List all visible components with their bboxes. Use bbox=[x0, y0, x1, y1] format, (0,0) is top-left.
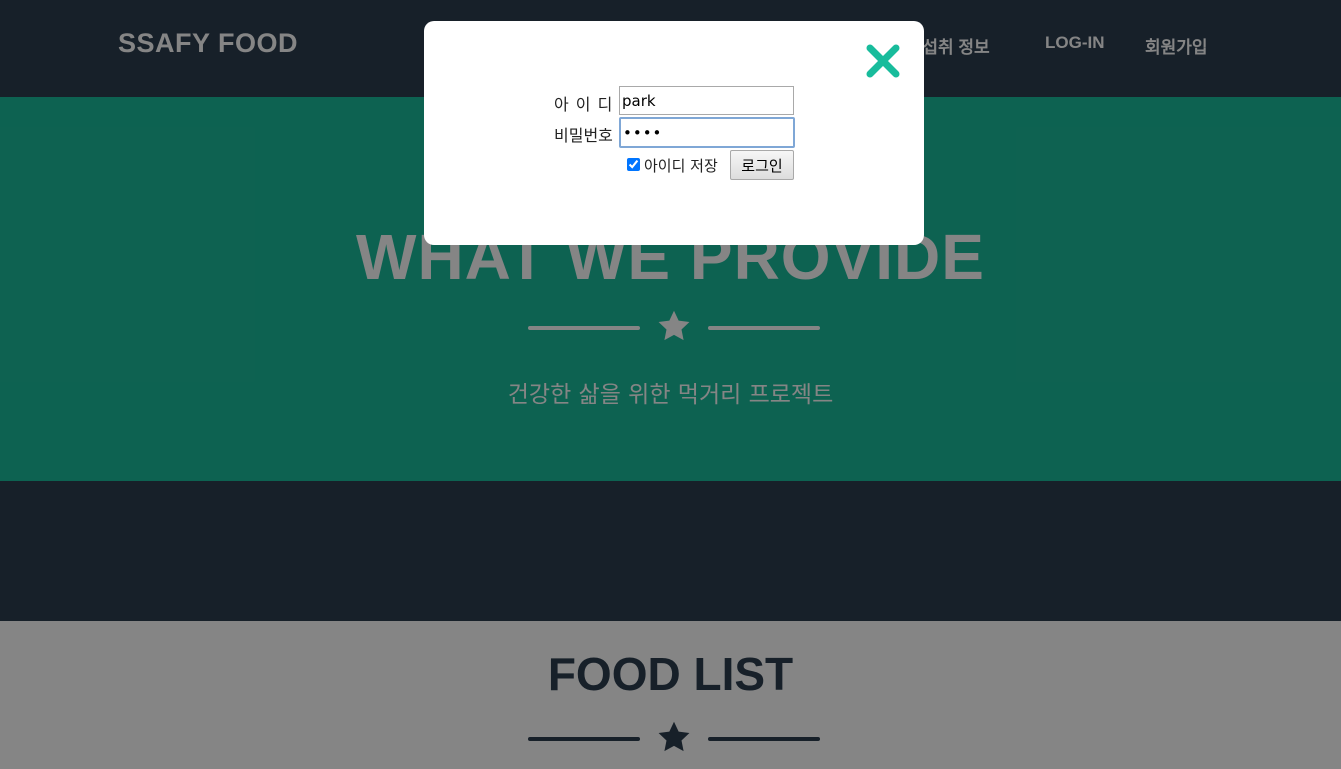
login-button[interactable]: 로그인 bbox=[730, 150, 794, 180]
login-modal: 아 이 디 비밀번호 아이디 저장 로그인 bbox=[424, 21, 924, 245]
close-icon[interactable] bbox=[865, 43, 901, 79]
page: SSAFY FOOD 내 섭취 정보 LOG-IN 회원가입 WHAT WE P… bbox=[0, 0, 1341, 769]
id-input[interactable] bbox=[619, 86, 794, 115]
remember-id-checkbox[interactable] bbox=[627, 158, 640, 171]
id-label: 아 이 디 bbox=[554, 95, 614, 114]
password-input[interactable] bbox=[619, 117, 795, 148]
remember-id-label[interactable]: 아이디 저장 bbox=[644, 155, 718, 176]
password-label: 비밀번호 bbox=[554, 126, 613, 145]
